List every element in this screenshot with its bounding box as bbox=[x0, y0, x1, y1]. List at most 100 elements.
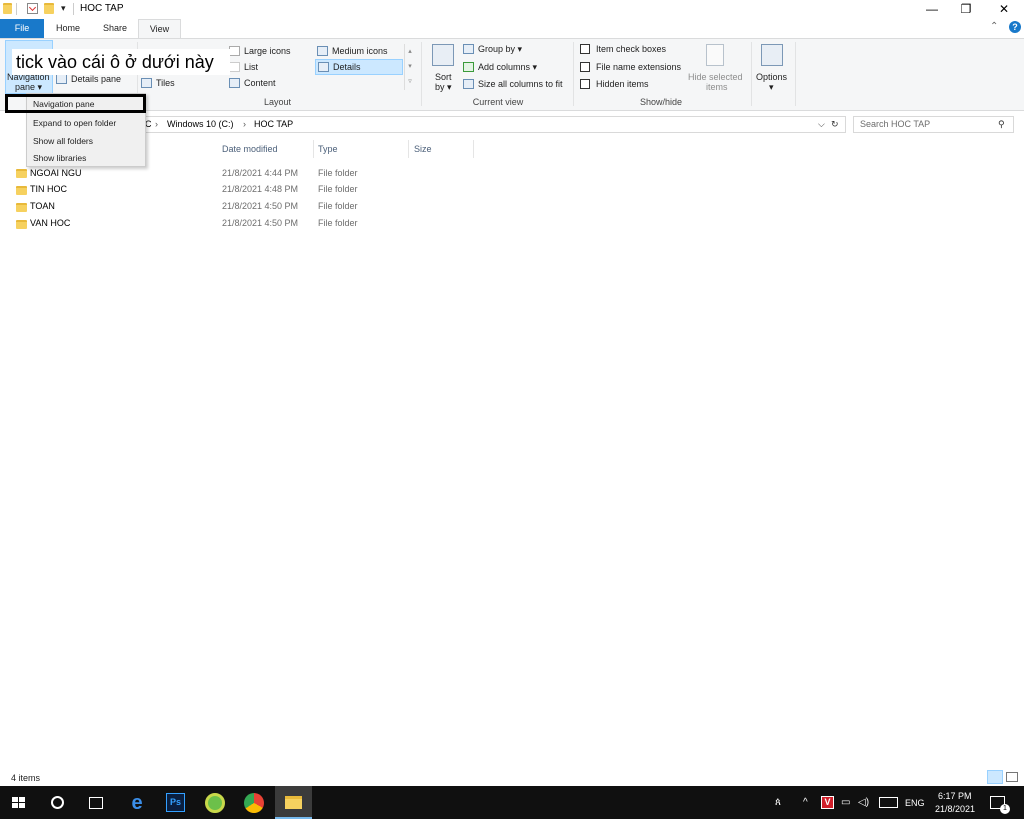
current-view-group-label: Current view bbox=[472, 97, 524, 107]
column-type[interactable]: Type bbox=[318, 144, 338, 154]
file-name-extensions-option[interactable]: File name extensions bbox=[580, 62, 681, 72]
menu-item-show-libraries[interactable]: Show libraries bbox=[33, 153, 86, 163]
add-columns-label: Add columns ▾ bbox=[478, 62, 538, 72]
row-date: 21/8/2021 4:48 PM bbox=[222, 184, 299, 194]
layout-scroll[interactable]: ▴ ▾ ▿ bbox=[404, 44, 415, 90]
edge-icon[interactable]: e bbox=[126, 792, 148, 814]
table-row[interactable]: VAN HOC bbox=[30, 218, 70, 228]
tab-view[interactable]: View bbox=[138, 19, 181, 38]
minimize-button[interactable]: — bbox=[913, 0, 951, 18]
hide-selected-label-2: items bbox=[706, 82, 728, 92]
tiles-icon bbox=[141, 78, 152, 88]
task-view-icon[interactable] bbox=[89, 797, 103, 809]
address-bar[interactable] bbox=[130, 116, 846, 133]
group-by-label: Group by ▾ bbox=[478, 44, 523, 54]
table-row[interactable]: TOAN bbox=[30, 201, 55, 211]
folder-icon bbox=[3, 3, 14, 14]
clock-time[interactable]: 6:17 PM bbox=[938, 791, 972, 801]
file-name-extensions-label: File name extensions bbox=[596, 62, 682, 72]
list-option[interactable]: List bbox=[229, 62, 258, 72]
table-row[interactable]: TIN HOC bbox=[30, 184, 67, 194]
file-explorer-icon bbox=[285, 796, 302, 809]
breadcrumb-drive[interactable]: Windows 10 (C:) bbox=[167, 119, 234, 129]
folder-icon bbox=[16, 169, 27, 178]
details-label: Details bbox=[333, 62, 361, 72]
large-icons-view-icon[interactable] bbox=[1006, 772, 1018, 782]
details-pane-icon bbox=[56, 74, 67, 84]
status-bar bbox=[0, 770, 1024, 786]
show-hide-group-label: Show/hide bbox=[639, 97, 683, 107]
close-button[interactable]: ✕ bbox=[985, 0, 1023, 18]
breadcrumb-current[interactable]: HOC TAP bbox=[254, 119, 293, 129]
hidden-items-option[interactable]: Hidden items bbox=[580, 79, 649, 89]
details-pane-button[interactable]: Details pane bbox=[56, 74, 121, 84]
properties-icon[interactable] bbox=[27, 3, 38, 14]
column-size[interactable]: Size bbox=[414, 144, 432, 154]
size-all-columns-button[interactable]: Size all columns to fit bbox=[463, 79, 563, 89]
collapse-ribbon-icon[interactable]: ⌃ bbox=[990, 21, 998, 32]
search-icon[interactable] bbox=[51, 796, 64, 809]
folder-icon bbox=[16, 220, 27, 229]
details-icon bbox=[318, 62, 329, 72]
medium-icons-option[interactable]: Medium icons bbox=[317, 46, 388, 56]
taskbar bbox=[0, 786, 1024, 819]
options-icon[interactable] bbox=[761, 44, 783, 66]
language-indicator[interactable]: ENG bbox=[905, 798, 925, 808]
large-icons-option[interactable]: Large icons bbox=[229, 46, 291, 56]
hidden-items-checkbox[interactable] bbox=[580, 79, 590, 89]
sort-by-label[interactable]: Sort bbox=[435, 72, 452, 82]
file-name-extensions-checkbox[interactable] bbox=[580, 62, 590, 72]
chrome-icon[interactable] bbox=[244, 793, 264, 813]
add-columns-icon bbox=[463, 62, 474, 72]
row-date: 21/8/2021 4:50 PM bbox=[222, 201, 299, 211]
folder-icon bbox=[16, 186, 27, 195]
photoshop-icon[interactable]: Ps bbox=[166, 793, 185, 812]
clock-date[interactable]: 21/8/2021 bbox=[935, 804, 975, 814]
tab-share[interactable]: Share bbox=[91, 19, 139, 38]
details-pane-label: Details pane bbox=[71, 74, 122, 84]
column-date-modified[interactable]: Date modified bbox=[222, 144, 278, 154]
search-icon[interactable]: ⚲ bbox=[998, 119, 1005, 130]
details-view-icon[interactable] bbox=[987, 770, 1003, 784]
add-columns-button[interactable]: Add columns ▾ bbox=[463, 62, 537, 73]
content-option[interactable]: Content bbox=[229, 78, 276, 88]
annotation-text: tick vào cái ô ở dưới này bbox=[12, 49, 230, 75]
restore-button[interactable]: ❐ bbox=[947, 0, 985, 18]
quick-access-dropdown-icon[interactable]: ▾ bbox=[61, 3, 66, 14]
refresh-icon[interactable]: ↻ bbox=[831, 119, 839, 130]
content-label: Content bbox=[244, 78, 276, 88]
keyboard-icon[interactable] bbox=[879, 797, 898, 808]
title-bar[interactable] bbox=[0, 0, 1024, 18]
people-icon[interactable]: ጰ bbox=[775, 797, 781, 808]
table-row[interactable]: NGOAI NGU bbox=[30, 168, 82, 178]
breadcrumb-separator-icon: › bbox=[155, 119, 158, 129]
address-dropdown-icon[interactable]: ⌵ bbox=[818, 119, 825, 130]
coccoc-icon[interactable] bbox=[205, 793, 225, 813]
network-icon[interactable]: ▭ bbox=[841, 797, 850, 808]
menu-item-expand-to-open-folder[interactable]: Expand to open folder bbox=[33, 118, 116, 128]
volume-icon[interactable]: ◁) bbox=[858, 797, 869, 808]
group-by-button[interactable]: Group by ▾ bbox=[463, 44, 522, 55]
antivirus-icon[interactable]: V bbox=[821, 796, 834, 809]
tiles-option[interactable]: Tiles bbox=[141, 78, 175, 88]
medium-icons-label: Medium icons bbox=[332, 46, 388, 56]
item-check-boxes-option[interactable]: Item check boxes bbox=[580, 44, 666, 54]
item-check-boxes-checkbox[interactable] bbox=[580, 44, 590, 54]
chevron-up-icon[interactable]: ^ bbox=[803, 797, 808, 808]
search-input[interactable]: Search HOC TAP bbox=[860, 119, 930, 129]
row-date: 21/8/2021 4:44 PM bbox=[222, 168, 299, 178]
options-dropdown-icon: ▾ bbox=[769, 82, 774, 92]
row-type: File folder bbox=[318, 218, 358, 228]
new-folder-icon[interactable] bbox=[44, 3, 55, 14]
hide-selected-label[interactable]: Hide selected bbox=[688, 72, 743, 82]
folder-icon bbox=[16, 203, 27, 212]
help-icon[interactable]: ? bbox=[1009, 21, 1021, 33]
tab-file[interactable]: File bbox=[0, 19, 44, 38]
menu-item-show-all-folders[interactable]: Show all folders bbox=[33, 136, 93, 146]
sort-by-icon[interactable] bbox=[432, 44, 454, 66]
details-option[interactable]: Details bbox=[318, 62, 361, 72]
windows-start-icon[interactable] bbox=[12, 797, 25, 809]
options-button[interactable]: Options bbox=[756, 72, 787, 82]
notification-badge: 1 bbox=[1000, 804, 1010, 814]
tab-home[interactable]: Home bbox=[44, 19, 92, 38]
